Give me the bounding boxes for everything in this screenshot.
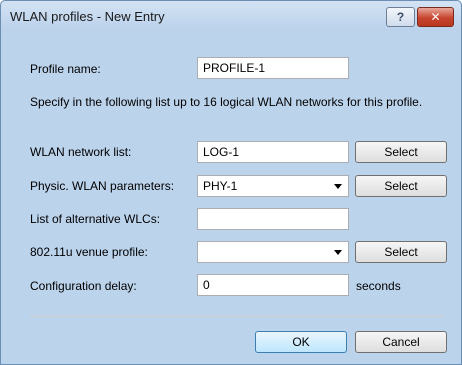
- network-list-input[interactable]: LOG-1: [197, 141, 349, 163]
- select-label: Select: [384, 245, 418, 259]
- info-text: Specify in the following list up to 16 l…: [30, 95, 423, 109]
- venue-profile-label: 802.11u venue profile:: [30, 245, 148, 259]
- physic-params-select-button[interactable]: Select: [355, 175, 447, 197]
- config-delay-input[interactable]: 0: [197, 274, 349, 296]
- alt-wlc-input[interactable]: [197, 208, 349, 230]
- footer-separator: [30, 316, 445, 317]
- network-list-select-button[interactable]: Select: [355, 141, 447, 163]
- physic-params-dropdown[interactable]: PHY-1: [197, 175, 349, 197]
- window-title: WLAN profiles - New Entry: [10, 9, 165, 24]
- venue-profile-dropdown[interactable]: [197, 241, 349, 263]
- network-list-label: WLAN network list:: [30, 145, 132, 159]
- ok-label: OK: [292, 335, 310, 349]
- select-label: Select: [384, 179, 418, 193]
- cancel-label: Cancel: [382, 335, 420, 349]
- chevron-down-icon: [334, 184, 342, 189]
- ok-button[interactable]: OK: [255, 331, 347, 353]
- chevron-down-icon: [334, 250, 342, 255]
- help-icon: ?: [396, 10, 405, 24]
- physic-params-value: PHY-1: [203, 179, 238, 193]
- config-delay-label: Configuration delay:: [30, 279, 137, 293]
- close-button[interactable]: ✕: [417, 7, 454, 27]
- physic-params-label: Physic. WLAN parameters:: [30, 179, 175, 193]
- close-icon: ✕: [430, 10, 441, 24]
- alt-wlc-label: List of alternative WLCs:: [30, 212, 161, 226]
- title-bar: WLAN profiles - New Entry ? ✕: [1, 1, 461, 31]
- cancel-button[interactable]: Cancel: [355, 331, 447, 353]
- venue-profile-select-button[interactable]: Select: [355, 241, 447, 263]
- help-button[interactable]: ?: [386, 7, 415, 27]
- select-label: Select: [384, 145, 418, 159]
- profile-name-label: Profile name:: [30, 62, 101, 76]
- config-delay-unit: seconds: [356, 279, 401, 293]
- profile-name-input[interactable]: PROFILE-1: [197, 57, 349, 79]
